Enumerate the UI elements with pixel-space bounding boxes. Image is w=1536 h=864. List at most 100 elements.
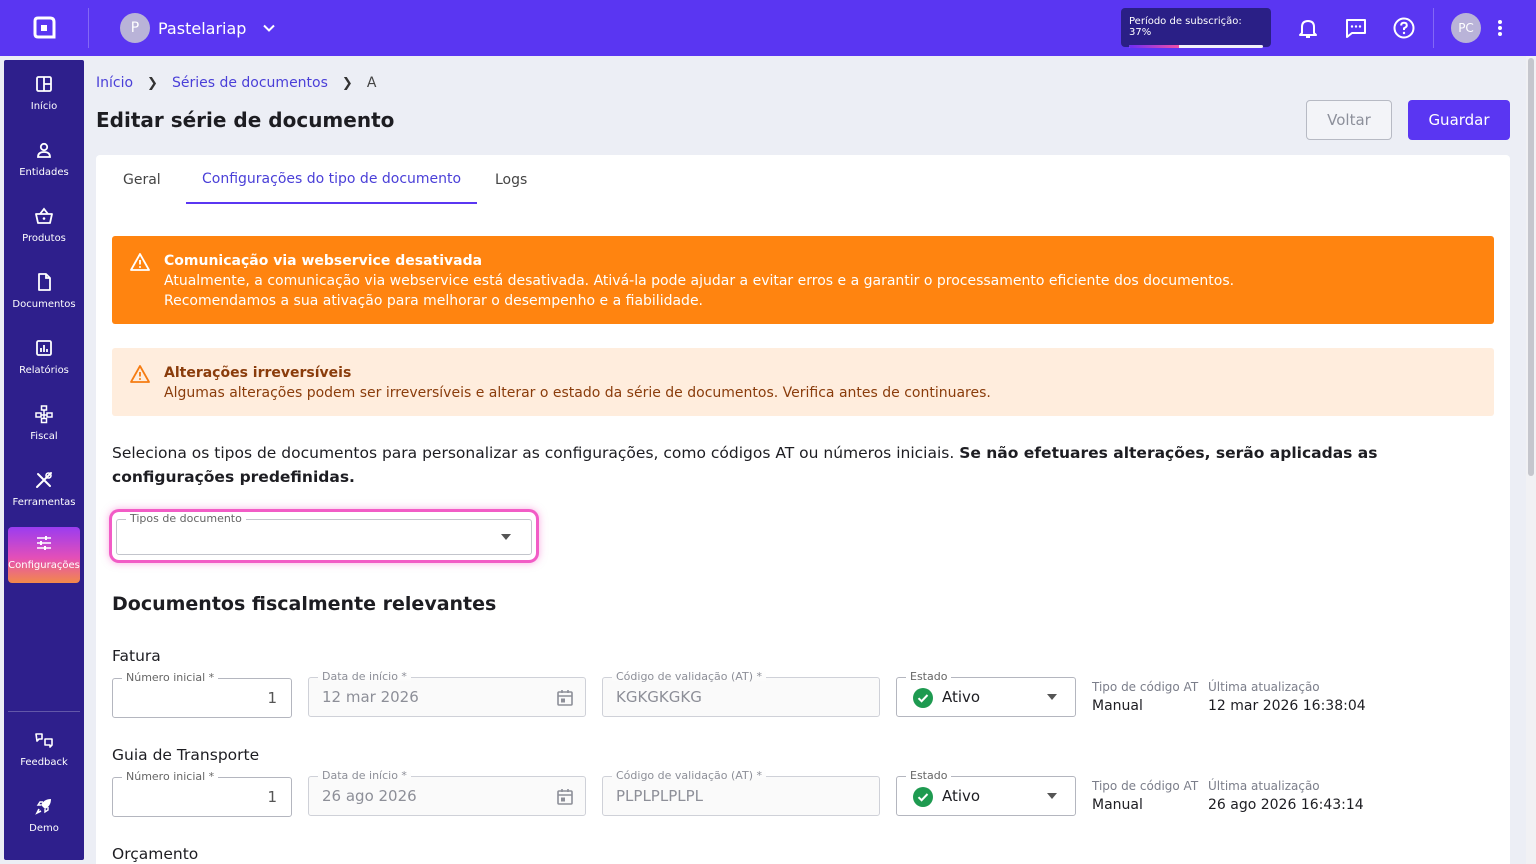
start-date-input[interactable]: Data de início * 26 ago 2026 (308, 769, 586, 816)
validation-code-value: PLPLPLPLPL (616, 787, 704, 805)
sidebar-item-label: Produtos (22, 233, 66, 244)
at-code-type-label: Tipo de código AT (1092, 779, 1199, 793)
help-icon[interactable] (1392, 16, 1416, 40)
user-icon (37, 142, 51, 158)
sidebar: Início Entidades Produtos Documentos Rel… (4, 60, 84, 860)
tab-configuracoes-tipo-documento[interactable]: Configurações do tipo de documento (186, 155, 478, 204)
page-title: Editar série de documento (96, 108, 395, 132)
doc-type-select[interactable]: Tipos de documento (116, 512, 532, 555)
alert-title: Alterações irreversíveis (164, 365, 352, 381)
sidebar-item-demo[interactable]: Demo (8, 790, 80, 846)
chat-icon[interactable] (1344, 16, 1368, 40)
sidebar-item-relatorios[interactable]: Relatórios (8, 332, 80, 388)
user-avatar[interactable]: PC (1451, 13, 1481, 43)
sidebar-item-label: Relatórios (19, 365, 69, 376)
initial-number-input[interactable]: Número inicial * 1 (112, 770, 292, 817)
more-vertical-icon[interactable] (1488, 16, 1512, 40)
chart-icon (36, 340, 52, 356)
section-title: Documentos fiscalmente relevantes (112, 593, 497, 615)
sidebar-item-feedback[interactable]: Feedback (8, 724, 80, 780)
subscription-progress-bar (1129, 45, 1263, 48)
at-code-type-label: Tipo de código AT (1092, 680, 1199, 694)
sidebar-item-documentos[interactable]: Documentos (8, 266, 80, 322)
initial-number-input[interactable]: Número inicial * 1 (112, 671, 292, 718)
validation-code-input[interactable]: Código de validação (AT) * KGKGKGKG (602, 670, 880, 717)
company-switcher[interactable]: P Pastelariap (120, 13, 276, 43)
status-select[interactable]: Estado Ativo (896, 769, 1076, 816)
validation-code-value: KGKGKGKG (616, 688, 702, 706)
tab-logs[interactable]: Logs (495, 155, 527, 204)
topbar-divider (1433, 8, 1434, 48)
webservice-alert: Comunicação via webservice desativada At… (112, 236, 1494, 324)
start-date-value: 12 mar 2026 (322, 688, 419, 706)
sidebar-divider (8, 711, 80, 712)
tab-bar: Geral Configurações do tipo de documento… (96, 155, 1510, 205)
sidebar-item-produtos[interactable]: Produtos (8, 200, 80, 256)
sidebar-item-label: Documentos (12, 299, 76, 310)
last-update-value: 26 ago 2026 16:43:14 (1208, 797, 1364, 813)
sidebar-item-label: Configurações (8, 560, 80, 571)
company-avatar: P (120, 13, 150, 43)
at-code-type-value: Manual (1092, 797, 1143, 813)
caret-down-icon (501, 534, 511, 540)
check-circle-icon (913, 787, 933, 807)
basket-icon (35, 207, 53, 224)
feedback-icon (35, 733, 53, 748)
calendar-icon[interactable] (555, 688, 575, 708)
save-button[interactable]: Guardar (1408, 100, 1510, 140)
initial-number-value: 1 (267, 689, 277, 707)
last-update-value: 12 mar 2026 16:38:04 (1208, 698, 1366, 714)
document-icon (38, 273, 51, 291)
bell-icon[interactable] (1296, 16, 1320, 40)
warning-icon (130, 253, 150, 271)
main-card: Geral Configurações do tipo de documento… (96, 155, 1510, 864)
breadcrumb-current: A (366, 75, 377, 91)
warning-icon (130, 365, 150, 383)
sidebar-item-entidades[interactable]: Entidades (8, 134, 80, 190)
alert-text: Atualmente, a comunicação via webservice… (164, 273, 1235, 289)
at-code-type-value: Manual (1092, 698, 1143, 714)
breadcrumb-link-series[interactable]: Séries de documentos (172, 75, 328, 91)
last-update-label: Última atualização (1208, 680, 1320, 694)
sidebar-item-configuracoes[interactable]: Configurações (8, 527, 80, 583)
breadcrumb-link-inicio[interactable]: Início (96, 75, 133, 91)
check-circle-icon (913, 688, 933, 708)
caret-down-icon (1047, 793, 1057, 799)
back-button[interactable]: Voltar (1306, 100, 1392, 140)
sidebar-item-inicio[interactable]: Início (8, 68, 80, 124)
sidebar-item-ferramentas[interactable]: Ferramentas (8, 464, 80, 520)
status-select[interactable]: Estado Ativo (896, 670, 1076, 717)
doc-title-fatura: Fatura (112, 647, 161, 665)
tools-icon (36, 472, 52, 488)
initial-number-value: 1 (267, 788, 277, 806)
field-label: Tipos de documento (126, 512, 246, 525)
sidebar-item-label: Feedback (20, 757, 68, 768)
company-name: Pastelariap (158, 18, 247, 38)
start-date-input[interactable]: Data de início * 12 mar 2026 (308, 670, 586, 717)
alert-title: Comunicação via webservice desativada (164, 253, 483, 269)
rocket-icon (35, 799, 51, 815)
breadcrumb: Início ❯ Séries de documentos ❯ A (96, 75, 376, 91)
app-logo-icon[interactable] (31, 15, 57, 41)
subscription-period[interactable]: Período de subscrição: 37% (1121, 8, 1271, 48)
chevron-down-icon (263, 24, 276, 32)
tab-geral[interactable]: Geral (123, 155, 161, 204)
sliders-icon (37, 536, 51, 550)
status-value: Ativo (942, 688, 981, 706)
sidebar-item-fiscal[interactable]: Fiscal (8, 398, 80, 454)
start-date-value: 26 ago 2026 (322, 787, 417, 805)
subscription-label: Período de subscrição: 37% (1129, 16, 1242, 38)
intro-text: Seleciona os tipos de documentos para pe… (112, 441, 1472, 489)
field-label: Número inicial * (122, 770, 219, 783)
page-scrollbar-thumb[interactable] (1528, 58, 1534, 476)
topbar-divider (88, 8, 89, 48)
subscription-progress-fill (1129, 45, 1179, 48)
sidebar-item-label: Fiscal (30, 431, 58, 442)
sidebar-item-label: Demo (29, 823, 59, 834)
validation-code-input[interactable]: Código de validação (AT) * PLPLPLPLPL (602, 769, 880, 816)
doc-title-guia-transporte: Guia de Transporte (112, 746, 260, 764)
sidebar-item-label: Ferramentas (12, 497, 76, 508)
calendar-icon[interactable] (555, 787, 575, 807)
chevron-right-icon: ❯ (147, 75, 158, 91)
intro-text-regular: Seleciona os tipos de documentos para pe… (112, 444, 960, 462)
